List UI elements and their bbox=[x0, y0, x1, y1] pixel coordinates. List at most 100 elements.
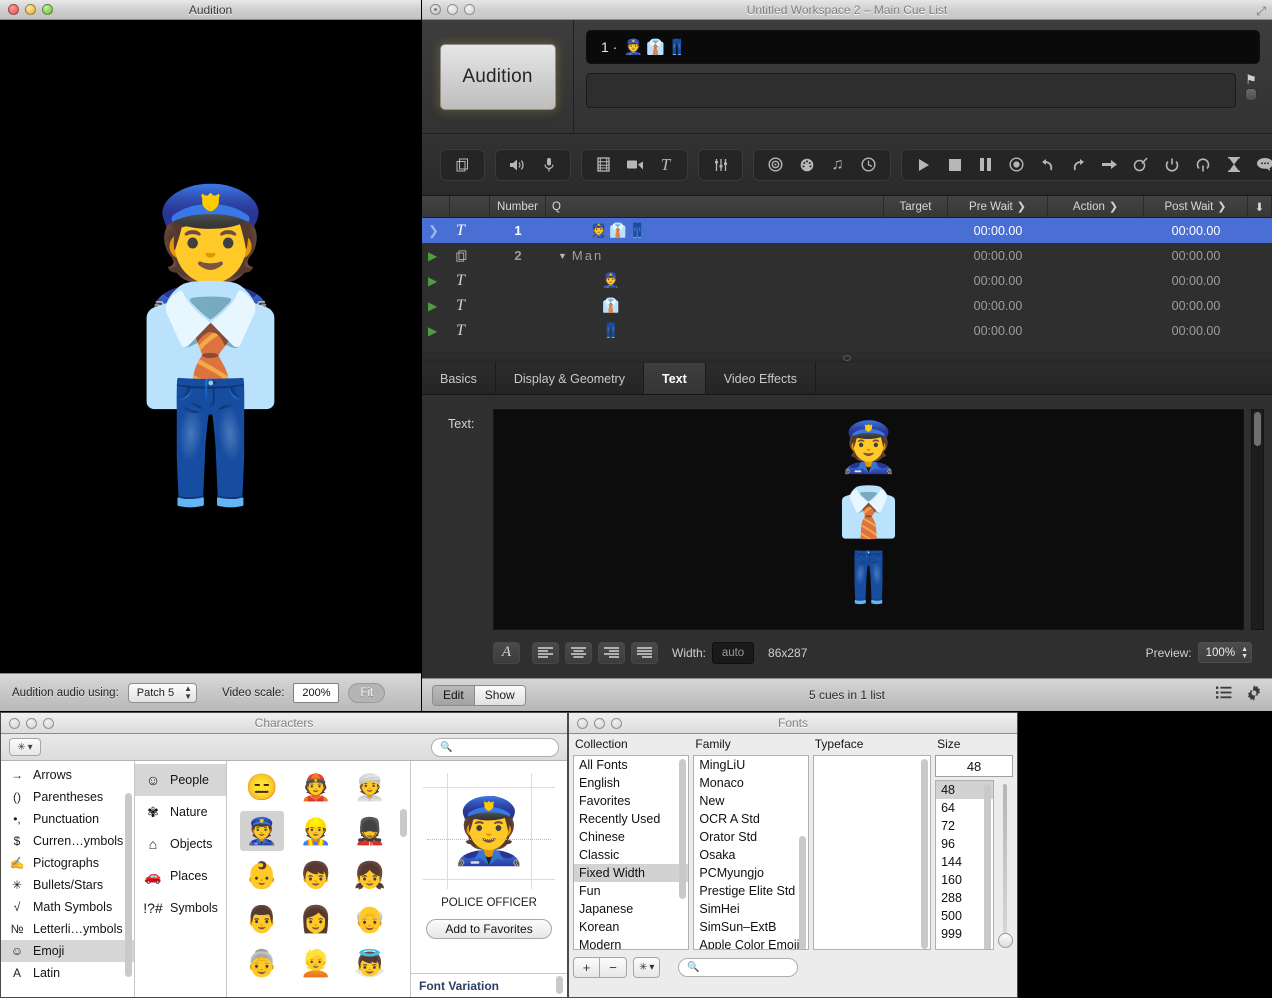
table-row[interactable]: ❯T1👮👔👖00:00.0000:00.00 bbox=[422, 218, 1272, 243]
row-q-name[interactable]: ▼Man bbox=[546, 243, 884, 268]
add-collection-button[interactable]: + bbox=[573, 957, 600, 978]
group-cue-icon[interactable] bbox=[449, 152, 476, 178]
minimize-button[interactable] bbox=[25, 4, 36, 15]
col-number[interactable]: Number bbox=[490, 196, 546, 217]
edit-mode-button[interactable]: Edit bbox=[433, 686, 474, 705]
fade-cue-icon[interactable] bbox=[707, 152, 734, 178]
video-scale-input[interactable]: 200% bbox=[293, 683, 339, 703]
row-pre-wait[interactable]: 00:00.00 bbox=[948, 293, 1048, 318]
row-pre-wait[interactable]: 00:00.00 bbox=[948, 318, 1048, 343]
category-math-symbols[interactable]: √Math Symbols bbox=[1, 896, 134, 918]
zoom-button[interactable] bbox=[42, 4, 53, 15]
collection-row[interactable]: Chinese bbox=[574, 828, 688, 846]
row-action[interactable] bbox=[1048, 318, 1144, 343]
characters-action-gear-button[interactable]: ✳ ▾ bbox=[9, 738, 41, 756]
size-input[interactable]: 48 bbox=[935, 755, 1013, 777]
target-cue-icon[interactable] bbox=[762, 152, 789, 178]
text-area-scrollbar[interactable] bbox=[1251, 409, 1264, 630]
row-pre-wait[interactable]: 00:00.00 bbox=[948, 243, 1048, 268]
row-post-wait[interactable]: 00:00.00 bbox=[1144, 218, 1248, 243]
cue-notes-field[interactable] bbox=[586, 73, 1236, 108]
category-letterli-ymbols[interactable]: №Letterli…ymbols bbox=[1, 918, 134, 940]
category-scrollbar-thumb[interactable] bbox=[125, 793, 132, 977]
inspector-splitter[interactable] bbox=[422, 355, 1272, 363]
qlab-minimize-button[interactable] bbox=[447, 4, 458, 15]
devamp-button-icon[interactable] bbox=[1127, 152, 1154, 178]
fullscreen-icon[interactable]: ⤢ bbox=[1256, 4, 1266, 19]
audition-titlebar[interactable]: Audition bbox=[0, 0, 421, 20]
qlab-window-controls[interactable] bbox=[430, 4, 475, 15]
emoji-cell[interactable]: 👼 bbox=[348, 943, 392, 983]
col-target[interactable]: Target bbox=[884, 196, 948, 217]
subcategory-symbols[interactable]: !?#Symbols bbox=[135, 892, 226, 924]
fonts-action-gear-button[interactable]: ✳ ▾ bbox=[633, 957, 660, 978]
video-cue-icon[interactable] bbox=[590, 152, 617, 178]
category-bullets-stars[interactable]: ✳Bullets/Stars bbox=[1, 874, 134, 896]
category-parentheses[interactable]: ()Parentheses bbox=[1, 786, 134, 808]
audio-cue-icon[interactable] bbox=[504, 152, 531, 178]
size-scrollbar-thumb[interactable] bbox=[984, 784, 991, 950]
collection-scrollbar-thumb[interactable] bbox=[679, 759, 686, 899]
family-scrollbar-thumb[interactable] bbox=[799, 836, 806, 950]
fonts-minimize-button[interactable] bbox=[594, 718, 605, 729]
collection-row[interactable]: All Fonts bbox=[574, 756, 688, 774]
subcategory-nature[interactable]: ✾Nature bbox=[135, 796, 226, 828]
emoji-cell[interactable]: 💂 bbox=[348, 811, 392, 851]
close-button[interactable] bbox=[8, 4, 19, 15]
characters-zoom-button[interactable] bbox=[43, 718, 54, 729]
characters-titlebar[interactable]: Characters bbox=[1, 713, 567, 734]
timecode-cue-icon[interactable] bbox=[855, 152, 882, 178]
family-row[interactable]: Monaco bbox=[694, 774, 807, 792]
subcategory-people[interactable]: ☺People bbox=[135, 764, 226, 796]
emoji-cell[interactable]: 👶 bbox=[240, 855, 284, 895]
disclosure-triangle-icon[interactable]: ▼ bbox=[558, 251, 567, 261]
characters-window-controls[interactable] bbox=[9, 718, 54, 729]
row-post-wait[interactable]: 00:00.00 bbox=[1144, 243, 1248, 268]
collection-row[interactable]: Fun bbox=[574, 882, 688, 900]
edit-show-segmented-control[interactable]: Edit Show bbox=[432, 685, 526, 706]
row-action[interactable] bbox=[1048, 218, 1144, 243]
family-list[interactable]: MingLiUMonacoNewOCR A StdOrator StdOsaka… bbox=[693, 755, 808, 950]
collection-row[interactable]: Recently Used bbox=[574, 810, 688, 828]
audition-window-toggle-area[interactable]: Audition bbox=[422, 20, 574, 133]
family-row[interactable]: SimHei bbox=[694, 900, 807, 918]
emoji-cell[interactable]: 👦 bbox=[294, 855, 338, 895]
row-pre-wait[interactable]: 00:00.00 bbox=[948, 218, 1048, 243]
typeface-list[interactable] bbox=[813, 755, 931, 950]
cue-toggle-pill[interactable] bbox=[1245, 88, 1257, 101]
row-go-arrow[interactable]: ▶ bbox=[422, 318, 450, 343]
load-cue-icon[interactable] bbox=[1189, 152, 1216, 178]
tab-video-effects[interactable]: Video Effects bbox=[706, 363, 816, 394]
redo-button-icon[interactable] bbox=[1065, 152, 1092, 178]
align-left-button[interactable] bbox=[532, 642, 559, 664]
emoji-cell[interactable]: 👳 bbox=[348, 767, 392, 807]
category-punctuation[interactable]: •,Punctuation bbox=[1, 808, 134, 830]
subcategory-objects[interactable]: ⌂Objects bbox=[135, 828, 226, 860]
category-arrows[interactable]: →Arrows bbox=[1, 764, 134, 786]
scrollbar-thumb[interactable] bbox=[1254, 412, 1261, 446]
detail-scrollbar-thumb[interactable] bbox=[556, 976, 563, 994]
col-q[interactable]: Q bbox=[546, 196, 884, 217]
qlab-titlebar[interactable]: Untitled Workspace 2 – Main Cue List ⤢ bbox=[422, 0, 1272, 20]
tab-text[interactable]: Text bbox=[644, 363, 706, 394]
family-row[interactable]: Prestige Elite Std bbox=[694, 882, 807, 900]
col-options-button[interactable]: ⬇ bbox=[1248, 196, 1272, 217]
characters-search-input[interactable]: 🔍 bbox=[431, 738, 559, 757]
flag-icon[interactable]: ⚑ bbox=[1245, 74, 1257, 85]
col-action[interactable]: Action ❯ bbox=[1048, 196, 1144, 217]
emoji-grid-scrollbar-thumb[interactable] bbox=[400, 809, 407, 837]
goto-button-icon[interactable] bbox=[1096, 152, 1123, 178]
family-row[interactable]: MingLiU bbox=[694, 756, 807, 774]
align-justify-button[interactable] bbox=[631, 642, 658, 664]
camera-cue-icon[interactable] bbox=[621, 152, 648, 178]
row-post-wait[interactable]: 00:00.00 bbox=[1144, 318, 1248, 343]
family-row[interactable]: OCR A Std bbox=[694, 810, 807, 828]
fonts-titlebar[interactable]: Fonts bbox=[569, 713, 1017, 734]
align-right-button[interactable] bbox=[598, 642, 625, 664]
size-slider[interactable] bbox=[997, 780, 1013, 950]
splitter-nub[interactable] bbox=[843, 355, 851, 361]
slider-knob[interactable] bbox=[998, 933, 1013, 948]
fit-button[interactable]: Fit bbox=[348, 683, 385, 703]
show-mode-button[interactable]: Show bbox=[474, 686, 525, 705]
tab-display-geometry[interactable]: Display & Geometry bbox=[496, 363, 644, 394]
